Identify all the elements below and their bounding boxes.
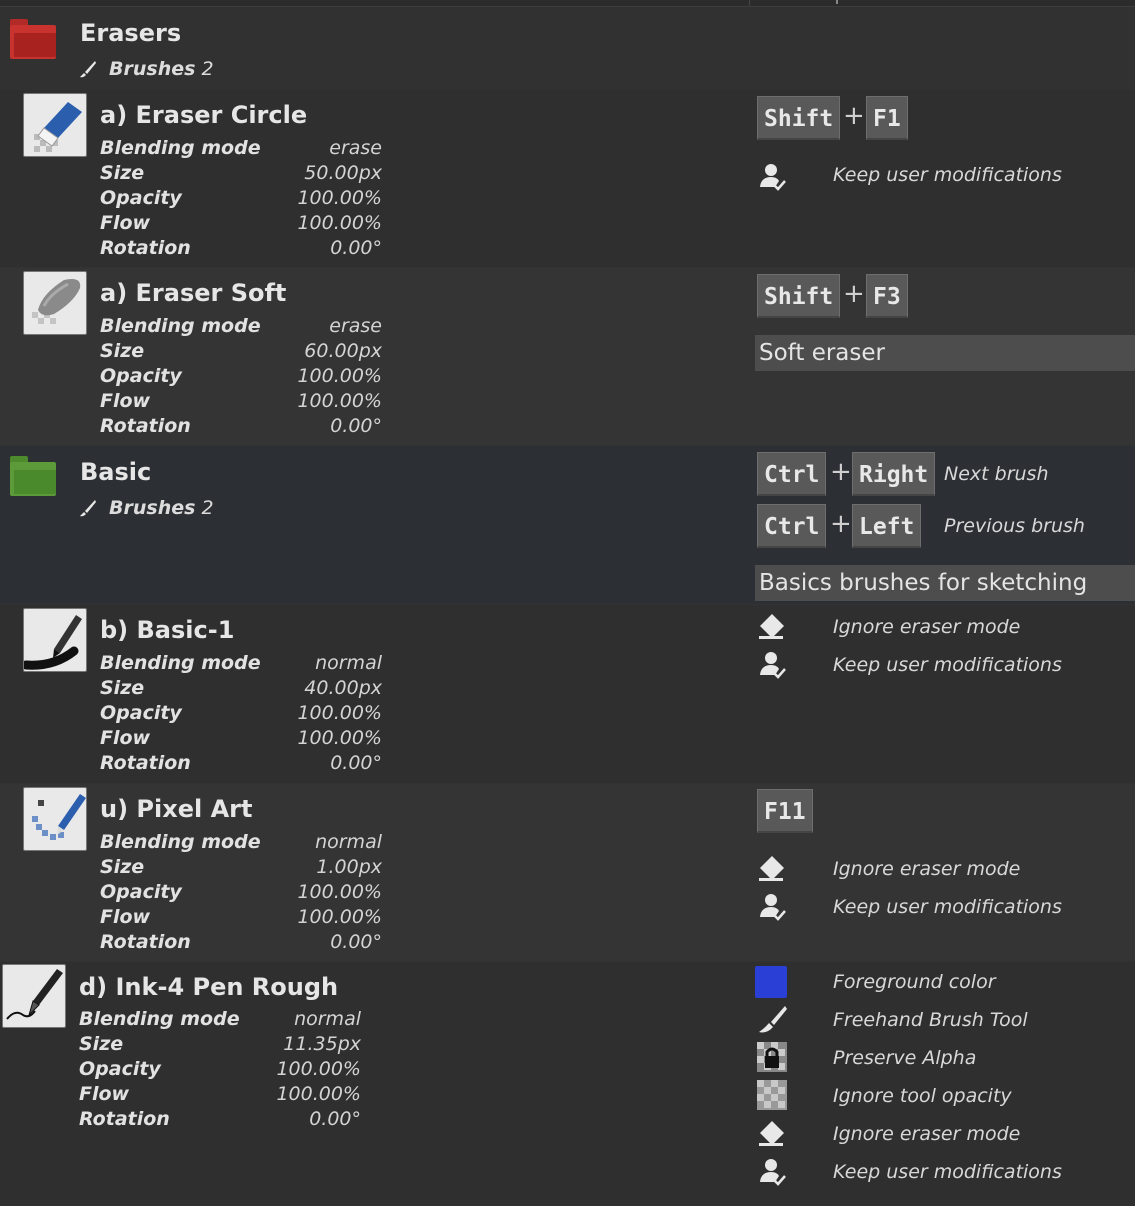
brush-row-eraser-circle[interactable]: a) Eraser Circle Blending mode erase Size… <box>0 90 1135 267</box>
brush-thumbnail <box>23 608 87 672</box>
group-title: Erasers <box>80 19 182 47</box>
shortcut-plus: + <box>830 457 852 487</box>
shortcut-description: Next brush <box>944 463 1049 485</box>
flag-label: Freehand Brush Tool <box>833 1009 1028 1031</box>
brush-thumbnail <box>23 93 87 157</box>
keep-user-modifications-icon <box>760 1159 786 1186</box>
keep-user-modifications-icon <box>760 894 786 921</box>
group-row-erasers[interactable]: Erasers Brushes 2 <box>0 7 1135 90</box>
preserve-alpha-icon <box>757 1042 787 1072</box>
brush-name: b) Basic-1 <box>100 616 235 644</box>
brush-properties: Blending mode normal Size 1.00px Opacity 10… <box>100 831 382 953</box>
header-tick <box>836 0 838 4</box>
shortcut-key[interactable]: F11 <box>757 789 813 833</box>
flag-label: Ignore eraser mode <box>833 1123 1021 1145</box>
ignore-eraser-mode-icon <box>759 856 784 881</box>
brush-icon <box>80 61 96 78</box>
brush-properties: Blending mode normal Size 11.35px Opacity 1… <box>79 1008 361 1130</box>
brush-properties: Blending mode normal Size 40.00px Opacity 1… <box>100 652 382 774</box>
keep-user-modifications-icon <box>760 164 786 191</box>
shortcut-key[interactable]: Ctrl <box>757 452 827 496</box>
brush-comment: Soft eraser <box>755 335 1135 371</box>
flag-label: Keep user modifications <box>833 654 1062 676</box>
shortcut-key[interactable]: F1 <box>866 96 908 140</box>
brush-name: d) Ink-4 Pen Rough <box>79 973 339 1001</box>
brush-name: u) Pixel Art <box>100 795 253 823</box>
brush-name: a) Eraser Soft <box>100 279 287 307</box>
column-separator[interactable] <box>749 0 750 6</box>
shortcut-key[interactable]: Right <box>852 452 936 496</box>
brush-properties: Blending mode erase Size 50.00px Opacity 10… <box>100 137 382 259</box>
folder-red-icon <box>10 19 56 59</box>
group-row-basic[interactable]: Basic Brushes 2 Ctrl + Right Next brush … <box>0 446 1135 604</box>
shortcut-description: Previous brush <box>944 515 1085 537</box>
group-brush-count: Brushes 2 <box>109 497 214 519</box>
freehand-brush-tool-icon <box>759 1006 787 1033</box>
brush-row-basic-1[interactable]: b) Basic-1 Blending mode normal Size 40.00… <box>0 605 1135 783</box>
shortcut-key[interactable]: Shift <box>757 96 841 140</box>
flag-label: Preserve Alpha <box>833 1047 977 1069</box>
flag-label: Keep user modifications <box>833 896 1062 918</box>
flag-label: Ignore eraser mode <box>833 616 1021 638</box>
brush-row-ink-4-pen-rough[interactable]: d) Ink-4 Pen Rough Blending mode normal S… <box>0 962 1135 1206</box>
flag-label: Ignore tool opacity <box>833 1085 1012 1107</box>
group-title: Basic <box>80 458 152 486</box>
brush-name: a) Eraser Circle <box>100 101 308 129</box>
shortcut-plus: + <box>830 509 852 539</box>
brush-row-pixel-art[interactable]: u) Pixel Art Blending mode normal Size 1.0… <box>0 784 1135 961</box>
keep-user-modifications-icon <box>760 652 786 679</box>
shortcut-key[interactable]: F3 <box>866 274 908 318</box>
flag-label: Keep user modifications <box>833 1161 1062 1183</box>
ignore-eraser-mode-icon <box>759 1121 784 1146</box>
flag-label: Keep user modifications <box>833 164 1062 186</box>
shortcut-key[interactable]: Shift <box>757 274 841 318</box>
shortcut-key[interactable]: Left <box>852 504 922 548</box>
brush-thumbnail <box>23 787 87 851</box>
column-header-strip <box>0 0 1135 7</box>
shortcut-plus: + <box>843 279 865 309</box>
brush-icon <box>80 500 96 517</box>
brush-thumbnail <box>2 964 66 1028</box>
shortcut-key[interactable]: Ctrl <box>757 504 827 548</box>
group-comment: Basics brushes for sketching <box>755 565 1135 601</box>
brush-row-eraser-soft[interactable]: a) Eraser Soft Blending mode erase Size 60… <box>0 268 1135 445</box>
brush-properties: Blending mode erase Size 60.00px Opacity 10… <box>100 315 382 437</box>
shortcut-plus: + <box>843 101 865 131</box>
group-brush-count: Brushes 2 <box>109 58 214 80</box>
brush-thumbnail <box>23 271 87 335</box>
folder-green-icon <box>10 456 56 496</box>
flag-label: Foreground color <box>833 971 996 993</box>
ignore-tool-opacity-icon <box>757 1080 787 1110</box>
ignore-eraser-mode-icon <box>759 614 784 639</box>
foreground-color-swatch <box>755 966 787 998</box>
flag-label: Ignore eraser mode <box>833 858 1021 880</box>
